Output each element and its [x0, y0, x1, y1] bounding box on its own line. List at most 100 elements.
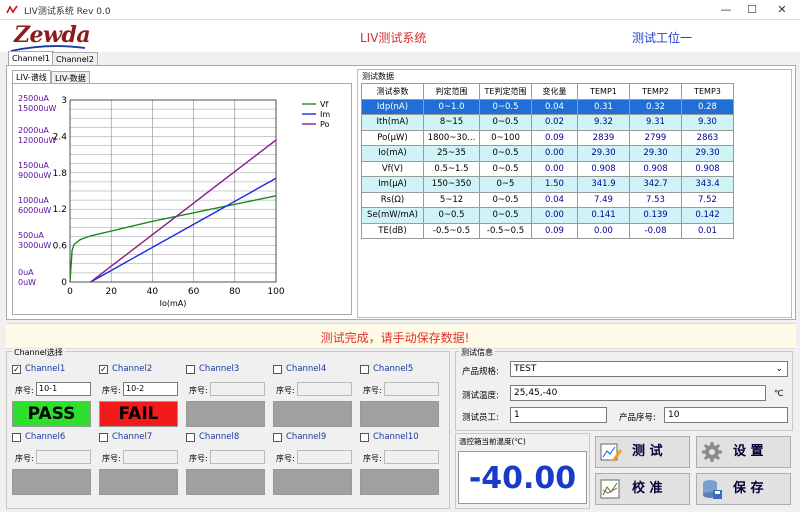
column-header: TEMP3 — [681, 83, 734, 100]
table-cell: 1800~30... — [423, 129, 480, 146]
product-sn-field[interactable]: 10 — [664, 407, 788, 423]
unit-ua: 0uA — [18, 268, 34, 277]
sn-input[interactable] — [36, 450, 91, 464]
column-header: 变化量 — [531, 83, 578, 100]
sn-input[interactable] — [210, 382, 265, 396]
table-cell: 7.49 — [577, 191, 630, 208]
table-cell: 2799 — [629, 129, 682, 146]
y-tick-label: 3 — [61, 96, 67, 106]
unit-uw: 0uW — [18, 278, 37, 287]
x-tick-label: 40 — [147, 287, 159, 297]
x-axis-label: Io(mA) — [160, 299, 187, 308]
sn-label: 序号: — [189, 386, 208, 395]
tab-liv-spectrum[interactable]: LIV-谱线 — [12, 70, 51, 84]
column-header: 测试参数 — [361, 83, 424, 100]
table-row[interactable]: Se(mW/mA) 0~0.5 0~0.5 0.00 0.141 0.139 0.142 — [361, 207, 734, 224]
sn-input[interactable] — [297, 382, 352, 396]
sn-input[interactable]: 10-1 — [36, 382, 91, 396]
table-row[interactable]: Io(mA) 25~35 0~0.5 0.00 29.30 29.30 29.30 — [361, 145, 734, 162]
channel-checkbox[interactable] — [99, 433, 108, 442]
x-tick-label: 80 — [229, 287, 241, 297]
series-line-im — [90, 177, 277, 283]
column-header: 判定范围 — [423, 83, 480, 100]
channel-checkbox[interactable] — [273, 365, 282, 374]
result-box: FAIL — [99, 401, 178, 427]
data-table: 测试参数 判定范围 TE判定范围 变化量 TEMP1 TEMP2 TEMP3 Idp(nA)… — [361, 83, 734, 239]
close-button[interactable]: ✕ — [770, 2, 794, 18]
table-cell: 7.52 — [681, 191, 734, 208]
channel-label: Channel4 — [286, 364, 327, 374]
save-button[interactable]: 保 存 — [696, 473, 791, 505]
sn-label: 序号: — [276, 454, 295, 463]
column-header: TE判定范围 — [479, 83, 532, 100]
sn-input[interactable] — [297, 450, 352, 464]
table-cell: 0.00 — [577, 222, 630, 239]
channel-checkbox[interactable] — [360, 433, 369, 442]
table-cell: 0.139 — [629, 207, 682, 224]
table-cell: 9.30 — [681, 114, 734, 131]
table-row[interactable]: TE(dB) -0.5~0.5 -0.5~0.5 0.09 0.00 -0.08 0.01 — [361, 222, 734, 239]
settings-button[interactable]: 设 置 — [696, 436, 791, 468]
gear-icon — [702, 442, 722, 462]
spec-select[interactable]: TEST ⌄ — [510, 361, 788, 377]
channel-checkbox[interactable] — [273, 433, 282, 442]
sn-label: 序号: — [363, 454, 382, 463]
table-row[interactable]: Vf(V) 0.5~1.5 0~0.5 0.00 0.908 0.908 0.908 — [361, 160, 734, 177]
channel-label: Channel10 — [373, 432, 419, 442]
channel-checkbox[interactable] — [186, 365, 195, 374]
table-row[interactable]: Ith(mA) 8~15 0~0.5 0.02 9.32 9.31 9.30 — [361, 114, 734, 131]
param-name-cell: Im(μA) — [361, 176, 424, 193]
channel-checkbox[interactable]: ✓ — [12, 365, 21, 374]
table-row[interactable]: Rs(Ω) 5~12 0~0.5 0.04 7.49 7.53 7.52 — [361, 191, 734, 208]
minimize-button[interactable]: — — [714, 2, 738, 18]
param-name-cell: Rs(Ω) — [361, 191, 424, 208]
sn-input[interactable] — [384, 450, 439, 464]
legend-label: Vf — [320, 100, 328, 109]
table-row[interactable]: Im(μA) 150~350 0~5 1.50 341.9 342.7 343.4 — [361, 176, 734, 193]
unit-label-row: 2000uA 12000uW — [18, 126, 56, 146]
tab-channel1[interactable]: Channel1 — [8, 51, 54, 65]
calibrate-button[interactable]: 校 准 — [595, 473, 690, 505]
x-tick-label: 60 — [188, 287, 200, 297]
table-cell: 0~0.5 — [479, 98, 532, 115]
param-name-cell: Po(μW) — [361, 129, 424, 146]
sn-input[interactable]: 10-2 — [123, 382, 178, 396]
table-cell: 0.01 — [681, 222, 734, 239]
y-tick-label: 2.4 — [53, 132, 68, 142]
table-cell: 150~350 — [423, 176, 480, 193]
param-name-cell: Ith(mA) — [361, 114, 424, 131]
app-icon — [6, 4, 18, 16]
channel-checkbox[interactable] — [186, 433, 195, 442]
result-box — [12, 469, 91, 495]
test-button[interactable]: 测 试 — [595, 436, 690, 468]
test-temp-field[interactable]: 25,45,-40 — [510, 385, 766, 401]
operator-field[interactable]: 1 — [510, 407, 607, 423]
sn-input[interactable] — [210, 450, 265, 464]
table-cell: 0~0.5 — [423, 207, 480, 224]
table-cell: 0.31 — [577, 98, 630, 115]
channel-label: Channel1 — [25, 364, 66, 374]
data-group-label: 测试数据 — [362, 72, 394, 81]
result-box: PASS — [12, 401, 91, 427]
channel-checkbox[interactable] — [12, 433, 21, 442]
table-row[interactable]: Idp(nA) 0~1.0 0~0.5 0.04 0.31 0.32 0.28 — [361, 98, 734, 115]
maximize-button[interactable]: ☐ — [740, 2, 764, 18]
param-name-cell: Se(mW/mA) — [361, 207, 424, 224]
table-cell: 1.50 — [531, 176, 578, 193]
unit-uw: 12000uW — [18, 136, 57, 145]
table-cell: 0.908 — [681, 160, 734, 177]
table-cell: 9.31 — [629, 114, 682, 131]
sn-input[interactable] — [123, 450, 178, 464]
channel-checkbox[interactable]: ✓ — [99, 365, 108, 374]
table-cell: 0~0.5 — [479, 207, 532, 224]
channel-label: Channel7 — [112, 432, 153, 442]
channel-checkbox[interactable] — [360, 365, 369, 374]
unit-ua: 500uA — [18, 231, 44, 240]
channel-label: Channel9 — [286, 432, 327, 442]
tab-channel2[interactable]: Channel2 — [52, 52, 98, 66]
table-row[interactable]: Po(μW) 1800~30... 0~100 0.09 2839 2799 2863 — [361, 129, 734, 146]
sn-input[interactable] — [384, 382, 439, 396]
unit-ua: 1000uA — [18, 196, 49, 205]
settings-button-label: 设 置 — [733, 444, 764, 459]
table-cell: 341.9 — [577, 176, 630, 193]
